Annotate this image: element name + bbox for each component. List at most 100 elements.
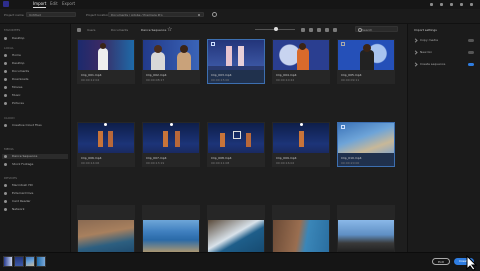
documents-icon — [4, 70, 7, 73]
sidebar-item-dance-sequence[interactable]: Dance Sequence — [2, 154, 68, 159]
clip-card[interactable]: Clip_003.mp4 00:00:15:00 — [207, 39, 265, 84]
app-logo-icon — [3, 1, 9, 7]
media-browser: Users Documents Dance Sequence ☆ Search … — [71, 24, 406, 253]
setting-create-sequence[interactable]: Create sequence — [413, 62, 476, 67]
clip-card[interactable] — [142, 205, 200, 253]
back-icon[interactable] — [77, 28, 81, 32]
clip-duration: 00:00:11:08 — [211, 161, 230, 165]
tab-edit[interactable]: Edit — [50, 1, 58, 7]
clip-name: Clip_001.mp4 — [81, 73, 102, 77]
breadcrumb-3[interactable]: Dance Sequence — [141, 28, 166, 32]
clip-card[interactable] — [77, 205, 135, 253]
location-dropdown-icon[interactable] — [198, 14, 200, 16]
clip-name: Clip_008.mp4 — [211, 156, 232, 160]
sidebar-item-home[interactable]: Home — [4, 53, 66, 58]
clip-duration: 00:00:14:06 — [81, 161, 100, 165]
sidebar-item-desktop[interactable]: Desktop — [4, 61, 66, 66]
project-name-field[interactable]: Untitled — [26, 12, 76, 17]
clip-card[interactable]: Clip_004.mp4 00:00:10:22 — [272, 39, 330, 84]
sidebar-item-stock-footage[interactable]: Stock Footage — [4, 162, 66, 167]
sidebar-item-cloud-files[interactable]: Creative Cloud Files — [4, 123, 66, 128]
clip-thumbnail — [273, 123, 329, 153]
sidebar-item-movies[interactable]: Movies — [4, 85, 66, 90]
clip-thumbnail — [78, 220, 134, 253]
clip-card[interactable] — [272, 205, 330, 253]
title-bar: Import Edit Export — [0, 0, 480, 16]
window-control-icon[interactable] — [430, 3, 433, 6]
close-icon[interactable] — [470, 3, 473, 6]
minimize-icon[interactable] — [460, 3, 463, 6]
favorite-star-icon[interactable]: ☆ — [167, 26, 172, 33]
clip-card[interactable]: Clip_009.mp4 00:00:16:02 — [272, 122, 330, 167]
clip-card[interactable]: Clip_001.mp4 00:00:12:04 — [77, 39, 135, 84]
clip-card[interactable]: Clip_002.mp4 00:00:08:17 — [142, 39, 200, 84]
view-icon[interactable] — [317, 28, 321, 32]
share-icon[interactable] — [440, 3, 443, 6]
selected-clip-thumb[interactable] — [36, 256, 46, 267]
clip-card[interactable]: Clip_008.mp4 00:00:11:08 — [207, 122, 265, 167]
tab-export[interactable]: Export — [62, 1, 75, 7]
sort-icon[interactable] — [309, 28, 313, 32]
selected-clip-thumb[interactable] — [25, 256, 35, 267]
network-icon — [4, 208, 7, 211]
new-bin-toggle[interactable] — [468, 51, 474, 54]
mouse-cursor-icon — [466, 255, 478, 271]
clip-card[interactable]: Clip_006.mp4 00:00:14:06 — [77, 122, 135, 167]
clip-name: Clip_009.mp4 — [276, 156, 297, 160]
clip-thumbnail — [143, 220, 199, 253]
create-sequence-toggle[interactable] — [468, 63, 474, 66]
breadcrumb-2[interactable]: Documents — [111, 28, 128, 32]
sidebar-item-downloads[interactable]: Downloads — [4, 77, 66, 82]
list-view-icon[interactable] — [333, 28, 337, 32]
clip-duration: 00:00:15:00 — [211, 78, 230, 82]
clip-name: Clip_006.mp4 — [81, 156, 102, 160]
zoom-slider-handle[interactable] — [274, 27, 278, 31]
copy-media-toggle[interactable] — [468, 39, 474, 42]
sidebar-item-network[interactable]: Network — [4, 207, 66, 212]
pictures-icon — [4, 102, 7, 105]
sidebar-item-macintosh-hd[interactable]: Macintosh HD — [4, 183, 66, 188]
notifications-icon[interactable] — [450, 3, 453, 6]
clip-card[interactable] — [337, 205, 395, 253]
clip-duration: 00:00:13:19 — [146, 161, 165, 165]
media-heading: MEDIA — [4, 147, 14, 151]
sidebar-item-documents[interactable]: Documents — [4, 69, 66, 74]
clip-duration: 00:00:12:04 — [81, 78, 100, 82]
clip-card[interactable]: Clip_007.mp4 00:00:13:19 — [142, 122, 200, 167]
home-icon[interactable] — [22, 1, 28, 16]
clip-card[interactable]: Clip_010.mp4 00:00:20:00 — [337, 122, 395, 167]
filter-icon[interactable] — [301, 28, 305, 32]
folder-icon — [4, 155, 7, 158]
sidebar-item-external-drive[interactable]: External Drive — [4, 191, 66, 196]
clip-card[interactable] — [207, 205, 265, 253]
tab-import[interactable]: Import — [33, 1, 47, 8]
clip-card[interactable]: Clip_005.mp4 00:00:09:11 — [337, 39, 395, 84]
project-location-field[interactable]: Documents / Adobe / Premiere Pro — [108, 12, 204, 17]
breadcrumb-1[interactable]: Users — [87, 28, 95, 32]
drive-icon — [4, 192, 7, 195]
clip-duration: 00:00:20:00 — [341, 161, 360, 165]
select-checkbox[interactable] — [341, 125, 345, 129]
grid-view-icon[interactable] — [325, 28, 329, 32]
settings-gear-icon[interactable] — [212, 12, 217, 17]
sidebar-item-music[interactable]: Music — [4, 93, 66, 98]
project-bar: Project name Untitled Project location D… — [0, 9, 480, 24]
clip-name: Clip_003.mp4 — [211, 73, 232, 77]
selected-clip-thumb[interactable] — [14, 256, 24, 267]
clip-duration: 00:00:16:02 — [276, 161, 295, 165]
select-checkbox[interactable] — [341, 42, 345, 46]
sidebar-item-pictures[interactable]: Pictures — [4, 101, 66, 106]
exit-button[interactable]: Exit — [432, 258, 450, 265]
setting-new-bin[interactable]: New bin — [413, 50, 476, 55]
sidebar-item-recent[interactable]: Desktop — [4, 36, 66, 41]
clip-thumbnail — [338, 123, 394, 153]
search-icon — [358, 28, 362, 32]
clip-name: Clip_002.mp4 — [146, 73, 167, 77]
sidebar-item-card-reader[interactable]: Card Reader — [4, 199, 66, 204]
clip-name: Clip_005.mp4 — [341, 73, 362, 77]
selected-clip-thumb[interactable] — [3, 256, 13, 267]
clip-thumbnail — [143, 123, 199, 153]
setting-copy-media[interactable]: Copy media — [413, 38, 476, 43]
select-checkbox[interactable] — [211, 42, 215, 46]
clip-thumbnail — [338, 40, 394, 70]
